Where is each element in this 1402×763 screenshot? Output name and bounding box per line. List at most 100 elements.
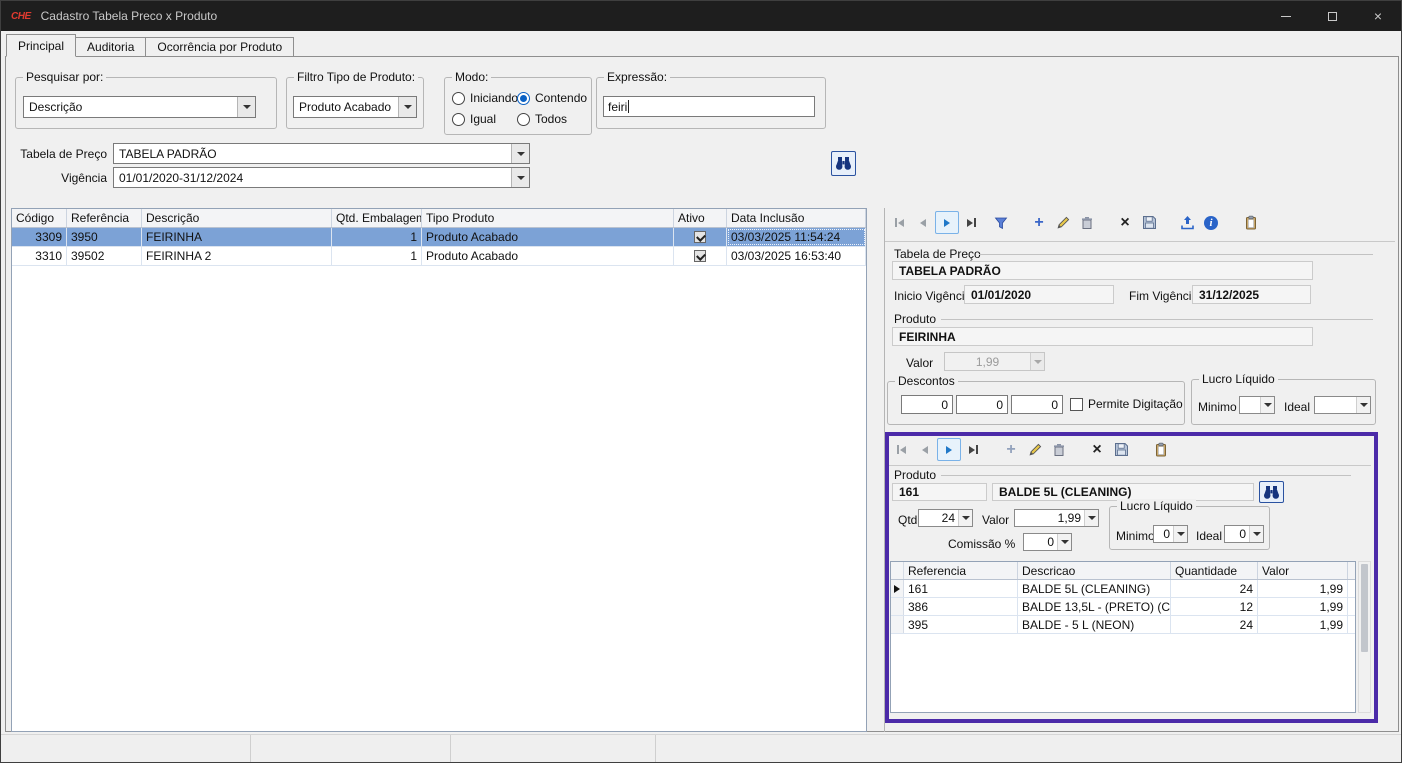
- edit-button[interactable]: [1051, 211, 1075, 234]
- tab-ocorrencia-por-produto[interactable]: Ocorrência por Produto: [145, 37, 294, 57]
- vigencia-combobox[interactable]: 01/01/2020-31/12/2024: [113, 167, 530, 188]
- radio-iniciando[interactable]: Iniciando: [452, 91, 518, 105]
- column-header-qtd-embalagem[interactable]: Qtd. Embalagem: [332, 209, 422, 227]
- combo-dropdown-button[interactable]: [1260, 397, 1274, 413]
- combo-dropdown-button[interactable]: [1249, 526, 1263, 542]
- items-nav-first-button[interactable]: [889, 438, 913, 461]
- cell-filler: [1348, 598, 1356, 615]
- table-row[interactable]: 161 BALDE 5L (CLEANING) 24 1,99: [891, 580, 1355, 598]
- table-row[interactable]: 395 BALDE - 5 L (NEON) 24 1,99: [891, 616, 1355, 634]
- items-valor-combobox[interactable]: 1,99: [1014, 509, 1099, 527]
- fim-vigencia-label: Fim Vigência: [1129, 289, 1198, 303]
- items-copy-button[interactable]: [1149, 438, 1173, 461]
- close-icon: ×: [1374, 9, 1382, 23]
- panel-splitter[interactable]: [884, 208, 885, 732]
- table-row[interactable]: 3310 39502 FEIRINHA 2 1 Produto Acabado …: [12, 247, 866, 266]
- items-grid-scrollbar[interactable]: [1358, 561, 1371, 713]
- detail-ideal-value: [1315, 397, 1356, 413]
- chevron-down-icon: [1360, 403, 1368, 407]
- items-nav-next-button[interactable]: [937, 438, 961, 461]
- table-row[interactable]: 3309 3950 FEIRINHA 1 Produto Acabado 03/…: [12, 228, 866, 247]
- trash-icon: [1052, 443, 1066, 457]
- desconto-2-input[interactable]: 0: [956, 395, 1008, 414]
- items-delete-button[interactable]: [1047, 438, 1071, 461]
- insert-button[interactable]: +: [1027, 211, 1051, 234]
- column-header-valor[interactable]: Valor: [1258, 562, 1348, 579]
- nav-next-button[interactable]: [935, 211, 959, 234]
- inicio-vigencia-field[interactable]: 01/01/2020: [964, 285, 1114, 304]
- column-header-descricao[interactable]: Descrição: [142, 209, 332, 227]
- maximize-button[interactable]: [1309, 1, 1355, 31]
- ativo-checkbox[interactable]: [694, 250, 706, 262]
- radio-contendo[interactable]: Contendo: [517, 91, 587, 105]
- tab-auditoria[interactable]: Auditoria: [75, 37, 146, 57]
- items-ideal-combobox[interactable]: 0: [1224, 525, 1264, 543]
- tab-principal[interactable]: Principal: [6, 34, 76, 57]
- items-produto-codigo-field[interactable]: 161: [892, 483, 987, 501]
- expressao-input[interactable]: feiri: [603, 96, 815, 117]
- combo-dropdown-button[interactable]: [511, 168, 529, 187]
- combo-dropdown-button[interactable]: [1084, 510, 1098, 526]
- radio-todos[interactable]: Todos: [517, 112, 567, 126]
- radio-igual[interactable]: Igual: [452, 112, 496, 126]
- column-header-referencia[interactable]: Referência: [67, 209, 142, 227]
- pesquisar-por-combobox[interactable]: Descrição: [23, 96, 256, 118]
- permite-digitacao-checkbox[interactable]: Permite Digitação: [1070, 397, 1183, 411]
- column-header-quantidade[interactable]: Quantidade: [1171, 562, 1258, 579]
- nav-next-icon: [946, 446, 952, 454]
- detail-tabela-preco-field[interactable]: TABELA PADRÃO: [892, 261, 1313, 280]
- combo-dropdown-button[interactable]: [1356, 397, 1370, 413]
- export-arrow-icon: [1180, 215, 1195, 230]
- tabela-preco-combobox[interactable]: TABELA PADRÃO: [113, 143, 530, 164]
- items-qtd-combobox[interactable]: 24: [918, 509, 973, 527]
- search-button[interactable]: [831, 151, 856, 176]
- info-button[interactable]: i: [1199, 211, 1223, 234]
- column-header-tipo-produto[interactable]: Tipo Produto: [422, 209, 674, 227]
- detail-produto-field[interactable]: FEIRINHA: [892, 327, 1313, 346]
- detail-ideal-combobox[interactable]: [1314, 396, 1371, 414]
- desconto-1-input[interactable]: 0: [901, 395, 953, 414]
- items-search-button[interactable]: [1259, 481, 1284, 503]
- column-header-ativo[interactable]: Ativo: [674, 209, 727, 227]
- items-save-button[interactable]: [1109, 438, 1133, 461]
- combo-dropdown-button[interactable]: [958, 510, 972, 526]
- delete-button[interactable]: [1075, 211, 1099, 234]
- column-header-referencia[interactable]: Referencia: [904, 562, 1018, 579]
- nav-last-button[interactable]: [959, 211, 983, 234]
- filter-button[interactable]: [989, 211, 1013, 234]
- minimize-button[interactable]: [1263, 1, 1309, 31]
- column-header-codigo[interactable]: Código: [12, 209, 67, 227]
- combo-dropdown-button[interactable]: [398, 97, 416, 117]
- column-header-descricao[interactable]: Descricao: [1018, 562, 1171, 579]
- row-indicator-cell: [891, 598, 904, 615]
- binoculars-icon: [1263, 485, 1280, 500]
- combo-dropdown-button[interactable]: [237, 97, 255, 117]
- column-header-data-inclusao[interactable]: Data Inclusão: [727, 209, 866, 227]
- scrollbar-thumb[interactable]: [1361, 564, 1368, 652]
- items-nav-prev-button[interactable]: [913, 438, 937, 461]
- items-minimo-combobox[interactable]: 0: [1153, 525, 1188, 543]
- table-row[interactable]: 386 BALDE 13,5L - (PRETO) (CLEAN 12 1,99: [891, 598, 1355, 616]
- cell-valor: 1,99: [1258, 616, 1348, 633]
- copy-button[interactable]: [1239, 211, 1263, 234]
- save-button[interactable]: [1137, 211, 1161, 234]
- fim-vigencia-field[interactable]: 31/12/2025: [1192, 285, 1311, 304]
- export-button[interactable]: [1175, 211, 1199, 234]
- cancel-button[interactable]: ×: [1113, 211, 1137, 234]
- filtro-tipo-produto-combobox[interactable]: Produto Acabado: [293, 96, 417, 118]
- items-nav-last-button[interactable]: [961, 438, 985, 461]
- comissao-combobox[interactable]: 0: [1023, 533, 1072, 551]
- nav-prev-button[interactable]: [911, 211, 935, 234]
- combo-dropdown-button[interactable]: [511, 144, 529, 163]
- combo-dropdown-button[interactable]: [1057, 534, 1071, 550]
- nav-first-button[interactable]: [887, 211, 911, 234]
- detail-minimo-combobox[interactable]: [1239, 396, 1275, 414]
- combo-dropdown-button[interactable]: [1173, 526, 1187, 542]
- items-cancel-button[interactable]: ×: [1085, 438, 1109, 461]
- items-insert-button[interactable]: +: [999, 438, 1023, 461]
- ativo-checkbox[interactable]: [694, 231, 706, 243]
- items-qtd-label: Qtd: [898, 513, 917, 527]
- desconto-3-input[interactable]: 0: [1011, 395, 1063, 414]
- close-button[interactable]: ×: [1355, 1, 1401, 31]
- items-edit-button[interactable]: [1023, 438, 1047, 461]
